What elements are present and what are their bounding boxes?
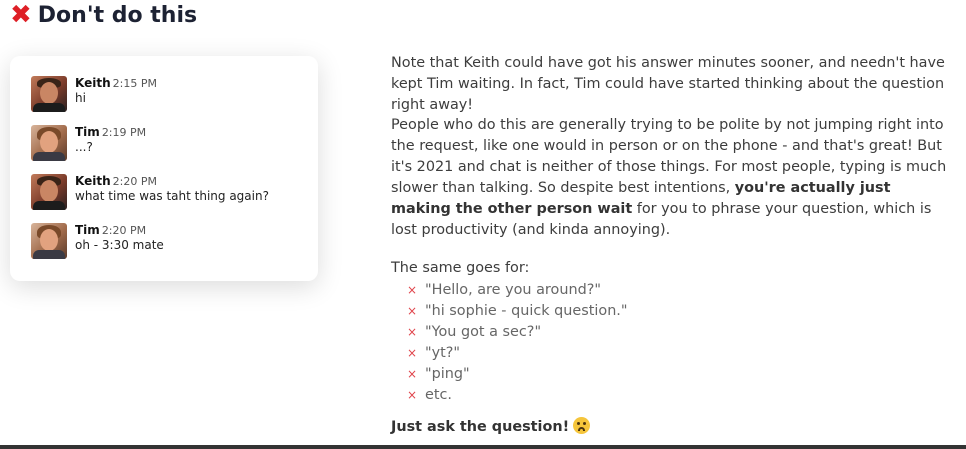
- cross-bullet-icon: ×: [407, 346, 418, 360]
- chat-example-card: Keith 2:15 PM hi Tim 2:19 PM ...? Keith 2:2…: [10, 56, 318, 281]
- chat-message: Tim 2:20 PM oh - 3:30 mate: [31, 223, 164, 259]
- section-title: Don't do this: [37, 2, 198, 28]
- paragraph-politeness: People who do this are generally trying …: [391, 115, 951, 241]
- example-text: "Hello, are you around?": [425, 282, 601, 298]
- message-time: 2:15 PM: [112, 77, 157, 90]
- tim-avatar: [31, 125, 67, 161]
- message-text: ...?: [75, 140, 93, 154]
- list-item: × "ping": [407, 364, 628, 385]
- example-text: "ping": [425, 366, 470, 382]
- same-goes-label: The same goes for:: [391, 260, 530, 276]
- bottom-divider: [0, 445, 966, 449]
- cross-bullet-icon: ×: [407, 388, 418, 402]
- list-item: × "You got a sec?": [407, 322, 628, 343]
- message-text: what time was taht thing again?: [75, 189, 269, 203]
- message-text: oh - 3:30 mate: [75, 238, 164, 252]
- chat-message: Tim 2:19 PM ...?: [31, 125, 146, 161]
- message-author: Keith: [75, 76, 111, 90]
- message-time: 2:20 PM: [112, 175, 157, 188]
- chat-message: Keith 2:20 PM what time was taht thing ag…: [31, 174, 269, 210]
- message-time: 2:19 PM: [101, 126, 147, 139]
- tim-avatar: [31, 223, 67, 259]
- closing-text: Just ask the question!: [391, 419, 570, 435]
- example-text: etc.: [425, 387, 452, 403]
- message-author: Tim: [75, 223, 100, 237]
- chat-message: Keith 2:15 PM hi: [31, 76, 157, 112]
- list-item: × "Hello, are you around?": [407, 280, 628, 301]
- list-item: × etc.: [407, 385, 628, 406]
- message-time: 2:20 PM: [101, 224, 147, 237]
- keith-avatar: [31, 76, 67, 112]
- closing-line: Just ask the question!: [391, 417, 591, 438]
- cross-bullet-icon: ×: [407, 304, 418, 318]
- message-author: Keith: [75, 174, 111, 188]
- examples-list: × "Hello, are you around?" × "hi sophie - …: [407, 280, 628, 406]
- cross-bullet-icon: ×: [407, 325, 418, 339]
- list-item: × "hi sophie - quick question.": [407, 301, 628, 322]
- example-text: "hi sophie - quick question.": [425, 303, 628, 319]
- message-author: Tim: [75, 125, 100, 139]
- paragraph-explanation: Note that Keith could have got his answe…: [391, 55, 945, 113]
- cross-bullet-icon: ×: [407, 283, 418, 297]
- cross-bullet-icon: ×: [407, 367, 418, 381]
- list-item: × "yt?": [407, 343, 628, 364]
- tired-face-emoji: [573, 417, 591, 434]
- example-text: "yt?": [425, 345, 461, 361]
- cross-mark-icon: ✖: [10, 0, 32, 30]
- keith-avatar: [31, 174, 67, 210]
- message-text: hi: [75, 91, 86, 105]
- example-text: "You got a sec?": [425, 324, 542, 340]
- section-heading: ✖ Don't do this: [10, 2, 197, 28]
